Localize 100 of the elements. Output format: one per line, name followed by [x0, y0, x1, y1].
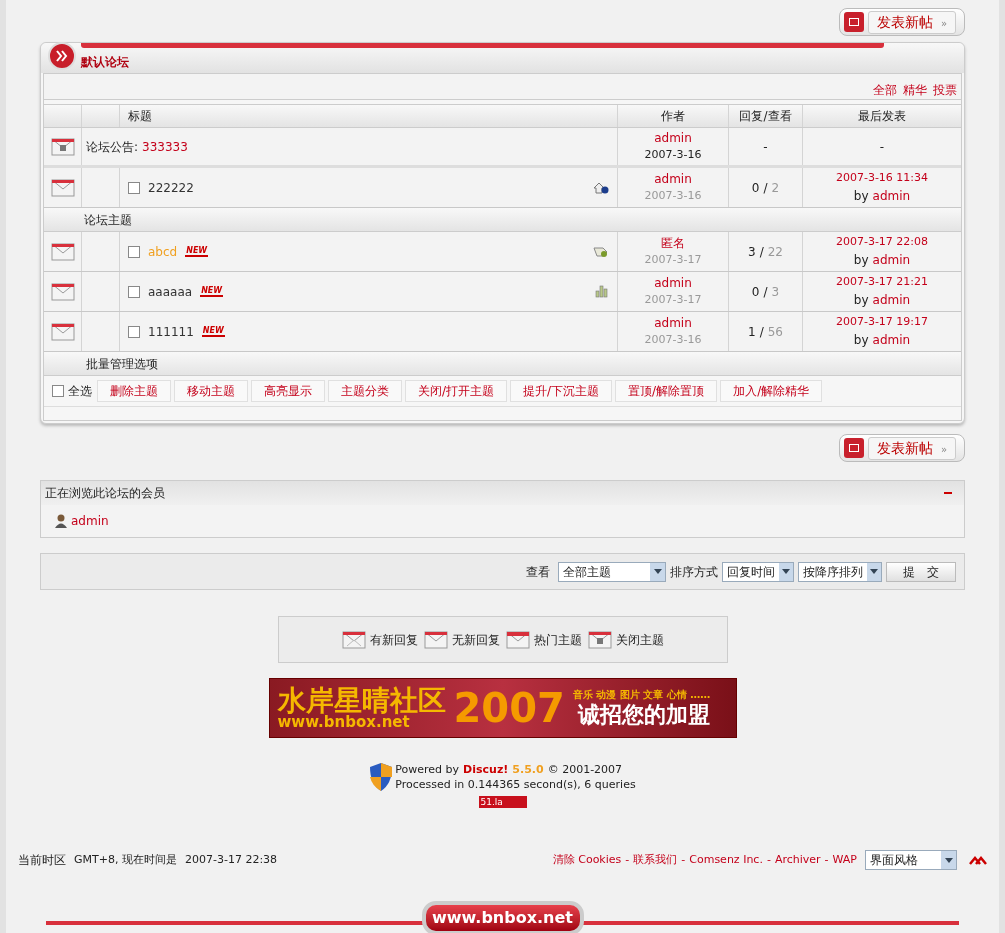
envelope-icon — [505, 629, 530, 650]
batch-button[interactable]: 主题分类 — [328, 380, 402, 402]
batch-button[interactable]: 移动主题 — [174, 380, 248, 402]
post-date: 2007-3-16 — [644, 147, 702, 164]
batch-button[interactable]: 置顶/解除置顶 — [615, 380, 718, 402]
panel-title: 正在浏览此论坛的会员 — [45, 485, 165, 502]
counter-badge[interactable]: 51.la — [478, 796, 527, 808]
checkbox[interactable] — [128, 325, 140, 338]
envelope-icon — [50, 281, 75, 302]
author-link[interactable]: admin — [654, 314, 692, 333]
slash: / — [759, 243, 764, 261]
select-all-label[interactable]: 全选 — [68, 382, 92, 400]
sort-label: 排序方式 — [670, 563, 718, 581]
legend-label: 无新回复 — [451, 631, 500, 649]
legend-label: 关闭主题 — [615, 631, 664, 649]
discuz-link[interactable]: Discuz! — [463, 762, 509, 777]
locked-envelope-icon — [50, 136, 75, 157]
thread-title[interactable]: 111111 — [148, 322, 194, 341]
checkbox[interactable] — [128, 245, 140, 258]
column-header: 作者 — [661, 108, 685, 125]
envelope-icon — [341, 629, 366, 650]
last-post-time[interactable]: 2007-3-17 19:17 — [835, 314, 929, 331]
filter-link[interactable]: 全部 — [873, 81, 897, 99]
author-link[interactable]: admin — [654, 129, 692, 148]
new-badge: NEW — [185, 246, 209, 257]
submit-button[interactable]: 提 交 — [886, 561, 956, 582]
column-header: 标题 — [128, 108, 152, 125]
batch-button[interactable]: 加入/解除精华 — [720, 380, 823, 402]
new-badge: NEW — [200, 286, 224, 297]
last-poster-link[interactable]: admin — [872, 186, 911, 205]
view-select[interactable]: 全部主题 — [558, 561, 666, 582]
footer-link[interactable]: 清除 Cookies — [552, 851, 622, 869]
last-post-time[interactable]: 2007-3-17 21:21 — [835, 274, 929, 291]
last-poster-link[interactable]: admin — [872, 250, 911, 269]
author-link[interactable]: admin — [654, 170, 692, 189]
footer-link[interactable]: 联系我们 — [633, 851, 678, 869]
processed-info: Processed in 0.144365 second(s), 6 queries — [395, 777, 636, 792]
new-post-button[interactable]: 发表新帖 » — [838, 8, 965, 36]
timezone-label: 当前时区 — [18, 852, 66, 869]
thread-title[interactable]: 222222 — [148, 178, 194, 197]
batch-button[interactable]: 提升/下沉主题 — [510, 380, 613, 402]
batch-label: 批量管理选项 — [86, 355, 158, 373]
new-badge: NEW — [201, 326, 225, 337]
envelope-icon — [50, 177, 75, 198]
announcement-label: 论坛公告: — [86, 138, 139, 156]
slash: / — [763, 179, 768, 197]
forum-title: 默认论坛 — [81, 54, 129, 71]
by-label: by — [853, 187, 869, 205]
banner-url: www.bnbox.net — [277, 714, 410, 730]
locked-envelope-icon — [587, 629, 612, 650]
order-select[interactable]: 按降序排列 — [798, 561, 882, 582]
by-label: by — [853, 251, 869, 269]
checkbox[interactable] — [52, 385, 64, 397]
last-poster-link[interactable]: admin — [872, 290, 911, 309]
batch-button[interactable]: 高亮显示 — [251, 380, 325, 402]
last-post: - — [879, 138, 885, 156]
author-link[interactable]: admin — [654, 274, 692, 293]
style-select[interactable]: 界面风格 — [865, 850, 957, 870]
sort-select[interactable]: 回复时间 — [722, 561, 794, 582]
last-post-time[interactable]: 2007-3-16 11:34 — [835, 170, 929, 187]
post-date: 2007-3-17 — [644, 252, 702, 269]
envelope-icon — [423, 629, 448, 650]
copyright: © 2001-2007 — [547, 762, 623, 777]
batch-button[interactable]: 关闭/打开主题 — [405, 380, 508, 402]
shield-icon — [369, 762, 394, 792]
powered-by: Powered by — [395, 762, 460, 777]
banner-tagline: 音乐 动漫 图片 文章 心情 …… — [572, 690, 711, 700]
view-count: 22 — [767, 243, 783, 261]
link-separator: - — [625, 851, 630, 868]
post-date: 2007-3-16 — [644, 188, 702, 205]
footer-link[interactable]: Comsenz Inc. — [689, 851, 763, 869]
link-separator: - — [824, 851, 829, 868]
scroll-top-icon[interactable] — [969, 855, 987, 865]
announcement-link[interactable]: 333333 — [142, 137, 188, 156]
checkbox[interactable] — [128, 285, 140, 298]
reply-count: 1 — [748, 323, 756, 341]
filter-link[interactable]: 精华 — [903, 81, 927, 99]
column-header: 最后发表 — [858, 108, 906, 125]
footer-link[interactable]: WAP — [832, 851, 857, 869]
batch-button[interactable]: 删除主题 — [97, 380, 171, 402]
reply-count: 0 — [751, 283, 760, 301]
site-badge[interactable]: www.bnbox.net — [421, 901, 584, 933]
author-link[interactable]: 匿名 — [661, 234, 685, 253]
version: 5.5.0 — [512, 762, 544, 777]
view-count: 3 — [771, 283, 780, 301]
section-label: 论坛主题 — [84, 211, 132, 229]
envelope-icon — [50, 321, 75, 342]
member-link[interactable]: admin — [71, 512, 109, 530]
reply-count: - — [763, 138, 768, 156]
reply-count: 0 — [751, 179, 760, 197]
footer-link[interactable]: Archiver — [774, 851, 821, 869]
view-count: 2 — [771, 179, 780, 197]
timezone-text: GMT+8, 现在时间是 — [74, 851, 177, 868]
thread-title[interactable]: aaaaaa — [148, 282, 193, 301]
checkbox[interactable] — [128, 181, 140, 194]
last-post-time[interactable]: 2007-3-17 22:08 — [835, 234, 929, 251]
filter-link[interactable]: 投票 — [933, 81, 957, 99]
new-post-button[interactable]: 发表新帖 » — [838, 434, 965, 462]
by-label: by — [853, 291, 869, 309]
last-poster-link[interactable]: admin — [872, 330, 911, 349]
